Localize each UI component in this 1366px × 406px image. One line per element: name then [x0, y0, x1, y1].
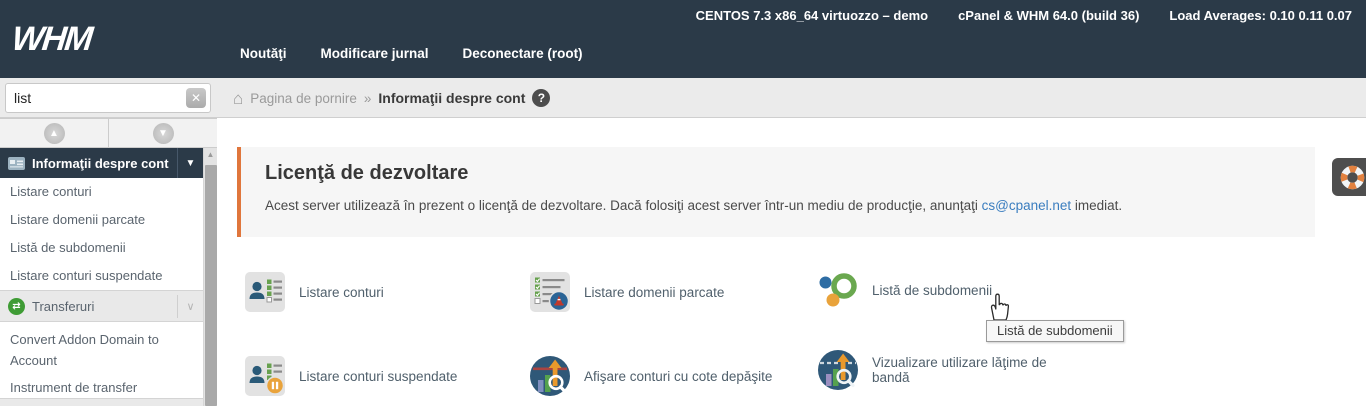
notice-body-start: Acest server utilizează în prezent o lic…: [265, 198, 982, 213]
arrow-down-icon: ▼: [153, 123, 174, 144]
scrollbar-thumb[interactable]: [205, 165, 217, 406]
arrow-up-icon: ▲: [44, 123, 65, 144]
nav-news-link[interactable]: Noutăţi: [240, 46, 287, 61]
breadcrumb: ⌂ Pagina de pornire » Informaţii despre …: [233, 78, 550, 118]
search-input[interactable]: [5, 83, 211, 113]
support-button[interactable]: [1332, 158, 1366, 196]
load-averages-text: Load Averages: 0.10 0.11 0.07: [1169, 8, 1352, 23]
search-clear-icon[interactable]: ✕: [186, 88, 206, 108]
sidebar-group-transfers[interactable]: ⇄ Transferuri ∨: [0, 290, 203, 322]
accounts-list-icon: [245, 272, 285, 312]
search-next-button[interactable]: ▼: [108, 119, 217, 147]
sidebar-group-label: Informaţii despre cont: [32, 156, 169, 171]
notice-body-end: imediat.: [1071, 198, 1122, 213]
whm-logo[interactable]: WHM: [10, 20, 93, 59]
feature-list-suspended-accounts[interactable]: Listare conturi suspendate: [245, 356, 457, 396]
feature-bandwidth-usage[interactable]: Vizualizare utilizare lăţime de bandă: [818, 350, 1087, 390]
feature-label: Listare domenii parcate: [584, 285, 724, 300]
feature-label: Afişare conturi cu cote depăşite: [584, 369, 772, 384]
sidebar-group-account-info[interactable]: Informaţii despre cont ▼: [0, 148, 203, 178]
transfer-icon: ⇄: [8, 298, 25, 315]
tooltip: Listă de subdomenii: [986, 320, 1124, 342]
sidebar-item-list-parked-domains[interactable]: Listare domenii parcate: [0, 206, 203, 234]
help-icon[interactable]: ?: [532, 89, 550, 107]
search-prev-button[interactable]: ▲: [0, 119, 108, 147]
header-nav: Noutăţi Modificare jurnal Deconectare (r…: [240, 46, 583, 61]
subdomains-icon: [818, 272, 858, 308]
home-icon: ⌂: [233, 90, 243, 107]
sidebar-item-list-suspended-accounts[interactable]: Listare conturi suspendate: [0, 262, 203, 290]
group-open-arrow-icon[interactable]: ▼: [177, 148, 203, 178]
breadcrumb-separator: »: [364, 91, 372, 106]
cpanel-version-text: cPanel & WHM 64.0 (build 36): [958, 8, 1139, 23]
feature-quota-exceeded[interactable]: Afişare conturi cu cote depăşite: [530, 356, 772, 396]
feature-list-accounts[interactable]: Listare conturi: [245, 272, 384, 312]
sidebar-item-list-accounts[interactable]: Listare conturi: [0, 178, 203, 206]
quota-exceeded-icon: [530, 356, 570, 396]
group-collapsed-chevron-icon[interactable]: ∨: [177, 295, 203, 318]
sidebar-scrollbar[interactable]: ▲: [203, 148, 217, 406]
app-header: CENTOS 7.3 x86_64 virtuozzo – demo cPane…: [0, 0, 1366, 78]
development-license-notice: Licenţă de dezvoltare Acest server utili…: [237, 147, 1315, 237]
sidebar-group-label: Transferuri: [32, 299, 94, 314]
id-card-icon: [8, 157, 25, 170]
sidebar-item-convert-addon-domain[interactable]: Convert Addon Domain to Account: [0, 326, 203, 370]
life-preserver-icon: [1339, 164, 1366, 191]
feature-label: Listă de subdomenii: [872, 283, 992, 298]
cpanel-email-link[interactable]: cs@cpanel.net: [982, 198, 1072, 213]
sidebar-next-group-edge: [0, 398, 203, 406]
server-os-text: CENTOS 7.3 x86_64 virtuozzo – demo: [696, 8, 928, 23]
feature-label: Listare conturi: [299, 285, 384, 300]
bandwidth-usage-icon: [818, 350, 858, 390]
nav-logout-link[interactable]: Deconectare (root): [463, 46, 583, 61]
breadcrumb-home-link[interactable]: Pagina de pornire: [250, 91, 357, 106]
whm-page: CENTOS 7.3 x86_64 virtuozzo – demo cPane…: [0, 0, 1366, 406]
feature-list-parked-domains[interactable]: Listare domenii parcate: [530, 272, 724, 312]
breadcrumb-current: Informaţii despre cont: [378, 90, 525, 106]
nav-changelog-link[interactable]: Modificare jurnal: [321, 46, 429, 61]
search-result-nav: ▲ ▼: [0, 118, 217, 148]
sidebar-item-list-subdomains[interactable]: Listă de subdomenii: [0, 234, 203, 262]
feature-list-subdomains[interactable]: Listă de subdomenii: [818, 272, 992, 308]
feature-label: Vizualizare utilizare lăţime de bandă: [872, 355, 1087, 385]
scrollbar-up-icon[interactable]: ▲: [204, 148, 217, 162]
server-status-bar: CENTOS 7.3 x86_64 virtuozzo – demo cPane…: [696, 8, 1352, 23]
feature-label: Listare conturi suspendate: [299, 369, 457, 384]
parked-domains-icon: [530, 272, 570, 312]
suspended-accounts-icon: [245, 356, 285, 396]
notice-body: Acest server utilizează în prezent o lic…: [265, 198, 1291, 213]
notice-title: Licenţă de dezvoltare: [265, 162, 1291, 185]
